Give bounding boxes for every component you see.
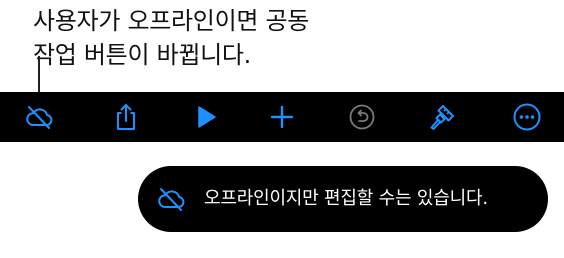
format-button[interactable] <box>425 100 459 134</box>
callout-text: 사용자가 오프라인이면 공동 작업 버튼이 바뀝니다. <box>33 4 453 72</box>
format-paintbrush-icon <box>430 105 454 130</box>
callout-leader-line <box>38 56 40 96</box>
more-icon <box>513 103 541 131</box>
callout-line-1: 사용자가 오프라인이면 공동 <box>33 7 310 35</box>
page: 사용자가 오프라인이면 공동 작업 버튼이 바뀝니다. 오프라인이지만 편집할 … <box>0 0 564 258</box>
toolbar <box>0 92 564 142</box>
more-button[interactable] <box>510 100 544 134</box>
cloud-offline-icon <box>158 188 185 211</box>
collaboration-offline-button[interactable] <box>22 100 56 134</box>
offline-toast: 오프라인이지만 편집할 수는 있습니다. <box>138 166 548 232</box>
cloud-offline-icon <box>26 106 53 129</box>
add-button[interactable] <box>265 100 299 134</box>
undo-button[interactable] <box>345 100 379 134</box>
share-icon <box>117 104 135 130</box>
play-button[interactable] <box>189 100 223 134</box>
toast-message: 오프라인이지만 편집할 수는 있습니다. <box>204 188 488 209</box>
share-button[interactable] <box>109 100 143 134</box>
play-icon <box>198 106 216 128</box>
undo-icon <box>349 104 375 130</box>
callout-line-2: 작업 버튼이 바뀝니다. <box>33 41 252 69</box>
add-icon <box>270 105 294 129</box>
